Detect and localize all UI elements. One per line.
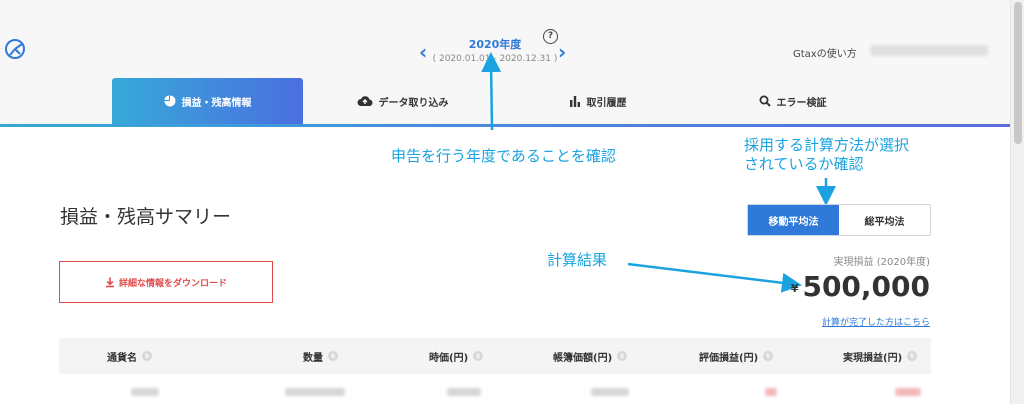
sort-icon[interactable]: ⇅ (142, 351, 152, 361)
method-annotation-line1: 採用する計算方法が選択 (744, 136, 910, 154)
sort-icon[interactable]: ⇅ (473, 351, 484, 361)
column-header-book-value[interactable]: 帳簿価額(円) ⇅ (553, 338, 628, 374)
realized-pl-amount: 500,000 (802, 270, 930, 303)
cell-book-value-blurred (591, 388, 629, 396)
cloud-upload-icon (357, 96, 373, 107)
column-header-unrealized-pl[interactable]: 評価損益(円) ⇅ (699, 338, 774, 374)
tab-label: 損益・残高情報 (181, 97, 252, 109)
bar-chart-icon (569, 96, 580, 107)
year-annotation: 申告を行う年度であることを確認 (391, 147, 616, 165)
calc-complete-link[interactable]: 計算が完了した方はこちら (790, 315, 930, 328)
method-annotation: 採用する計算方法が選択 されているか確認 (744, 136, 909, 174)
main-tabs: 損益・残高情報 データ取り込み 取引履歴 エラー検証 (112, 78, 892, 124)
cell-currency-blurred (131, 388, 159, 396)
total-average-button[interactable]: 総平均法 (839, 205, 930, 235)
sort-icon[interactable]: ⇅ (617, 351, 628, 361)
help-icon[interactable]: ? (543, 29, 558, 44)
sort-icon[interactable]: ⇅ (328, 351, 338, 361)
cell-unrealized-pl-blurred (765, 388, 777, 396)
tab-label: 取引履歴 (586, 97, 627, 109)
tab-transaction-history[interactable]: 取引履歴 (502, 78, 693, 124)
tab-error-check[interactable]: エラー検証 (697, 78, 888, 124)
realized-pl-label: 実現損益 (2020年度) (833, 257, 930, 268)
user-email[interactable] (870, 45, 988, 56)
tab-label: エラー検証 (776, 97, 827, 109)
gtax-logo-icon[interactable] (4, 38, 26, 60)
cell-realized-pl-blurred (895, 388, 921, 396)
tab-data-import[interactable]: データ取り込み (307, 78, 498, 124)
result-annotation: 計算結果 (547, 251, 608, 269)
app-header: ‹ 2020年度 ( 2020.01.01 - 2020.12.31 ) › ?… (0, 0, 1010, 125)
cell-market-price-blurred (447, 388, 481, 396)
moving-average-button[interactable]: 移動平均法 (748, 205, 839, 235)
column-header-realized-pl[interactable]: 実現損益(円) ⇅ (843, 338, 918, 374)
sort-icon[interactable]: ⇅ (763, 351, 774, 361)
column-header-market-price[interactable]: 時価(円) ⇅ (429, 338, 484, 374)
tab-underline (0, 124, 1010, 127)
realized-pl-value: ¥500,000 (780, 270, 930, 303)
currency-symbol: ¥ (790, 281, 799, 295)
page-title: 損益・残高サマリー (60, 206, 232, 228)
download-icon (105, 277, 114, 287)
year-range: ( 2020.01.01 - 2020.12.31 ) (432, 54, 558, 64)
result-annotation-arrow (627, 262, 802, 293)
cell-quantity-blurred (285, 388, 345, 396)
tab-label: データ取り込み (378, 97, 449, 109)
pie-chart-icon (164, 95, 175, 107)
column-header-currency[interactable]: 通貨名 ⇅ (107, 338, 152, 374)
search-icon (759, 95, 771, 107)
method-annotation-line2: されているか確認 (744, 155, 864, 173)
next-year-button[interactable]: › (558, 42, 566, 62)
tab-profit-balance[interactable]: 損益・残高情報 (112, 78, 303, 124)
download-label: 詳細な情報をダウンロード (118, 278, 227, 289)
scrollbar-thumb[interactable] (1014, 2, 1022, 144)
calc-method-toggle: 移動平均法 総平均法 (747, 204, 931, 236)
gtax-usage-link[interactable]: Gtaxの使い方 (793, 45, 857, 60)
sort-icon[interactable]: ⇅ (907, 351, 918, 361)
download-details-button[interactable]: 詳細な情報をダウンロード (59, 261, 273, 303)
column-header-quantity[interactable]: 数量 ⇅ (303, 338, 338, 374)
table-header: 通貨名 ⇅ 数量 ⇅ 時価(円) ⇅ 帳簿価額(円) ⇅ 評価損益(円) ⇅ 実現損益(円… (59, 338, 931, 374)
table-row[interactable] (59, 376, 931, 404)
page-scrollbar[interactable] (1010, 0, 1024, 404)
